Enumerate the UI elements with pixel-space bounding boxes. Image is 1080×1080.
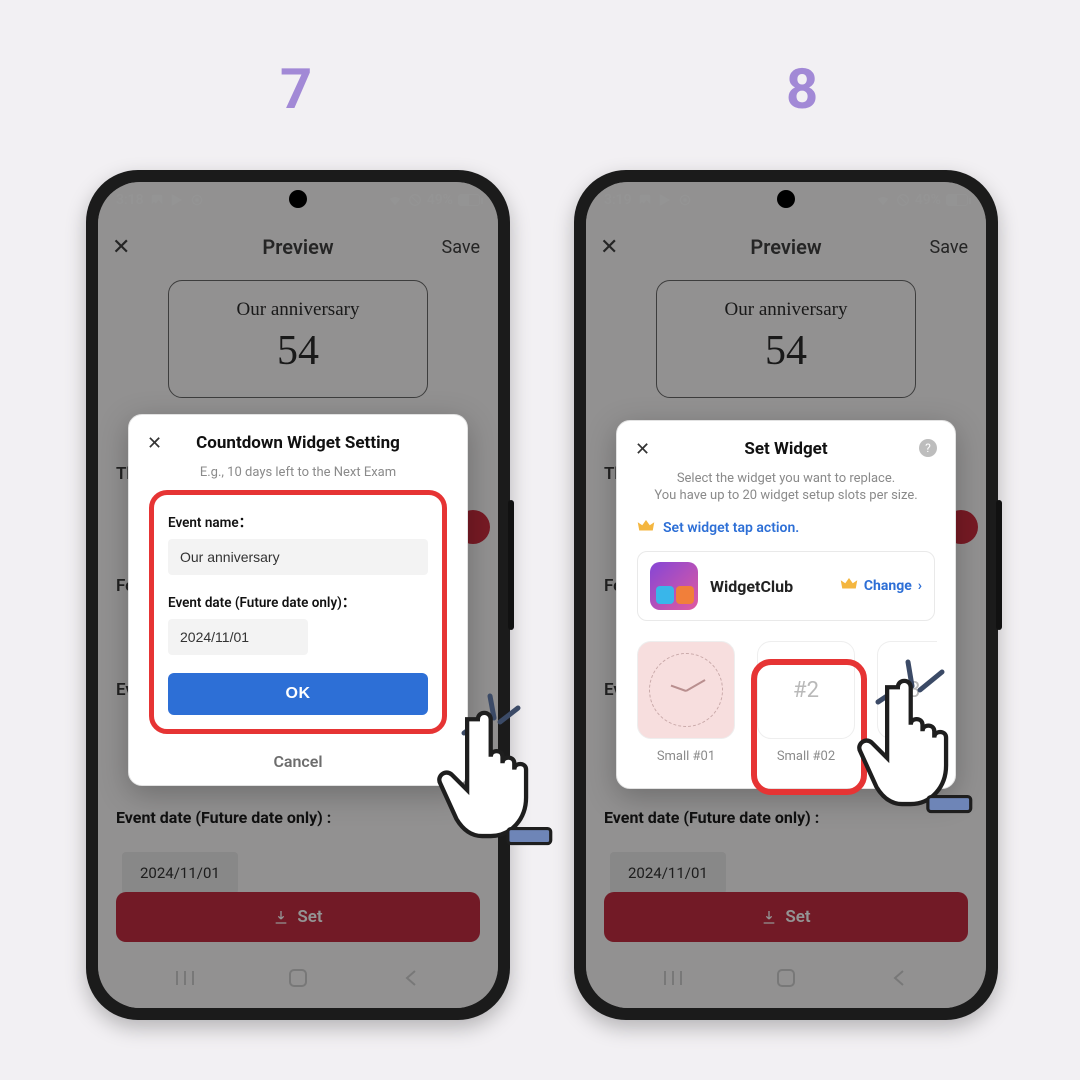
- dialog-title: Set Widget: [637, 439, 935, 459]
- crown-icon: [637, 517, 655, 539]
- cancel-button[interactable]: Cancel: [149, 752, 447, 771]
- event-name-input[interactable]: [168, 539, 428, 575]
- phone-frame-right: 3:19 49% ✕ Preview Save Our anniver: [574, 170, 998, 1020]
- step-number-7: 7: [280, 56, 312, 122]
- help-icon[interactable]: ?: [919, 439, 937, 457]
- change-label: Change: [864, 578, 912, 594]
- tap-burst-icon: [454, 688, 524, 748]
- tap-burst-icon: [870, 656, 950, 716]
- phone-screen-left: 3:18 49% ✕ Preview Save: [98, 182, 498, 1008]
- phone-screen-right: 3:19 49% ✕ Preview Save Our anniver: [586, 182, 986, 1008]
- slot-label: Small #01: [637, 749, 735, 764]
- phone-frame-left: 3:18 49% ✕ Preview Save: [86, 170, 510, 1020]
- slot-number: #2: [793, 678, 819, 703]
- dialog-subtitle-1: Select the widget you want to replace.: [637, 471, 935, 486]
- chevron-right-icon: ›: [918, 578, 922, 594]
- dialog-example: E.g., 10 days left to the Next Exam: [149, 465, 447, 480]
- change-button[interactable]: Change ›: [840, 575, 922, 597]
- tap-action-link[interactable]: Set widget tap action.: [637, 517, 935, 539]
- dialog-close-icon[interactable]: ✕: [635, 439, 650, 460]
- app-name: WidgetClub: [710, 577, 793, 596]
- highlighted-form-area: Event name： Event date (Future date only…: [149, 490, 447, 734]
- crown-icon: [840, 575, 858, 597]
- tap-action-label: Set widget tap action.: [663, 520, 799, 536]
- slot-small-02[interactable]: #2 Small #02: [757, 641, 855, 764]
- dialog-title: Countdown Widget Setting: [149, 433, 447, 453]
- event-date-input[interactable]: [168, 619, 308, 655]
- widgetclub-icon: [650, 562, 698, 610]
- dialog-close-icon[interactable]: ✕: [147, 433, 162, 454]
- app-row: WidgetClub Change ›: [637, 551, 935, 621]
- clock-icon: [649, 653, 723, 727]
- countdown-dialog: ✕ Countdown Widget Setting E.g., 10 days…: [128, 414, 468, 786]
- event-name-label: Event name：: [168, 511, 428, 531]
- step-number-8: 8: [786, 56, 818, 122]
- slot-label: Small #02: [757, 749, 855, 764]
- slot-small-01[interactable]: Small #01: [637, 641, 735, 764]
- ok-button[interactable]: OK: [168, 673, 428, 715]
- dialog-subtitle-2: You have up to 20 widget setup slots per…: [637, 488, 935, 503]
- set-widget-dialog: ✕ ? Set Widget Select the widget you wan…: [616, 420, 956, 789]
- event-date-label: Event date (Future date only)：: [168, 591, 428, 611]
